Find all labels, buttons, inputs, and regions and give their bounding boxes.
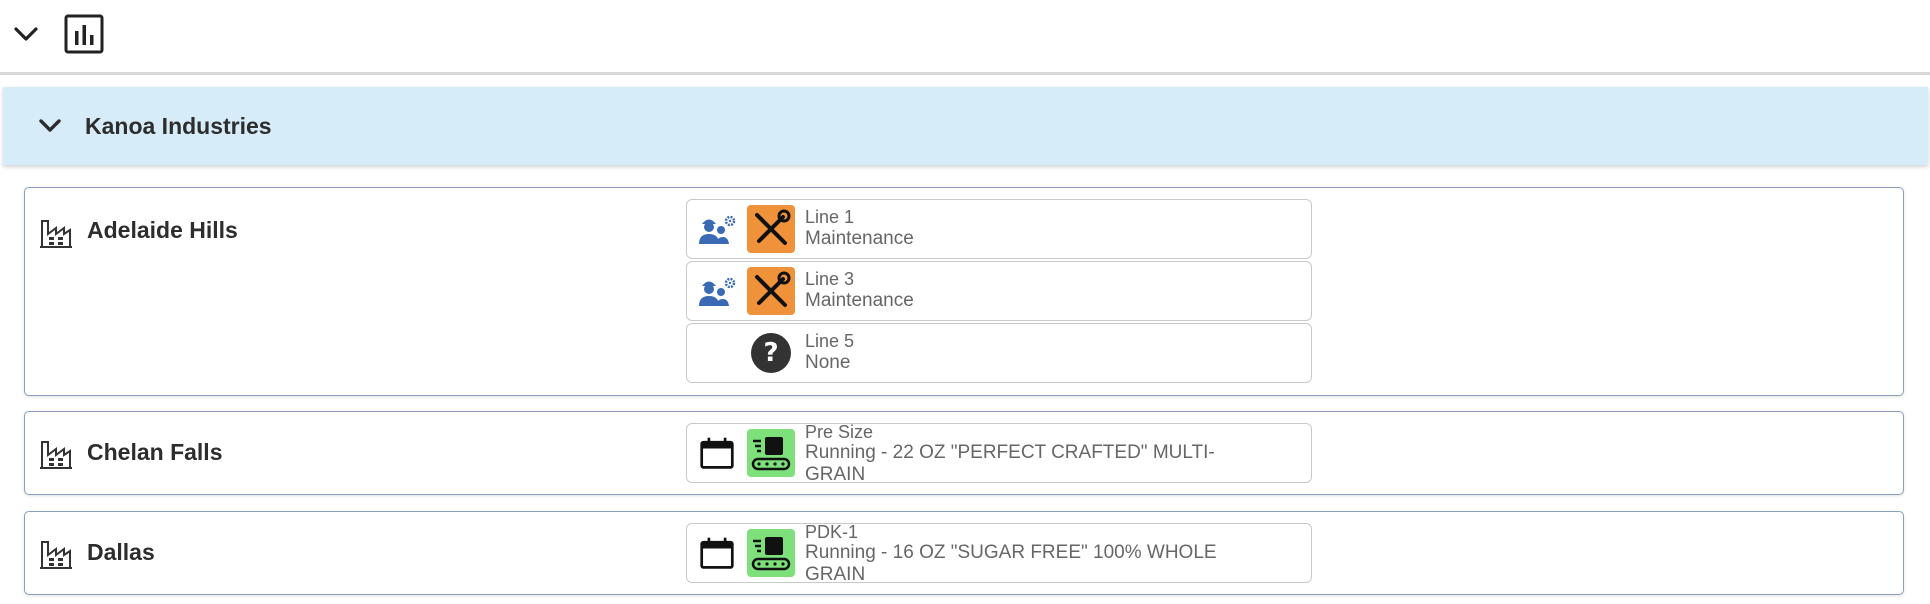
chevron-down-icon[interactable] (33, 109, 67, 143)
line-name: Line 3 (805, 269, 855, 289)
svg-text:?: ? (763, 338, 778, 368)
chevron-down-icon[interactable] (10, 18, 42, 50)
maintenance-tools-icon (747, 205, 795, 253)
line-card-line-3[interactable]: Line 3 Maintenance (686, 261, 1312, 321)
maintenance-tools-icon (747, 267, 795, 315)
line-card-pre-size[interactable]: Pre Size Running - 22 OZ "PERFECT CRAFTE… (686, 422, 1312, 485)
line-status: Maintenance (805, 290, 914, 311)
line-status: Running - 16 OZ "SUGAR FREE" 100% WHOLE … (805, 542, 1217, 585)
factory-icon (40, 220, 72, 248)
site-name: Adelaide Hills (87, 217, 238, 243)
conveyor-running-icon (747, 429, 795, 477)
calendar-icon (700, 537, 734, 569)
factory-icon (40, 441, 72, 469)
question-icon: ? (751, 333, 791, 373)
site-name: Dallas (87, 539, 155, 565)
line-status: Running - 22 OZ "PERFECT CRAFTED" MULTI-… (805, 442, 1215, 485)
line-name: Pre Size (805, 422, 874, 442)
line-card-line-5[interactable]: ? Line 5 None (686, 323, 1312, 383)
bar-chart-icon[interactable] (64, 14, 104, 54)
line-card-line-1[interactable]: Line 1 Maintenance (686, 199, 1312, 259)
site-name: Chelan Falls (87, 439, 223, 465)
line-status: None (805, 352, 851, 373)
factory-icon (40, 541, 72, 569)
conveyor-running-icon (747, 529, 795, 577)
workers-gear-icon (699, 277, 736, 306)
line-status: Maintenance (805, 228, 914, 249)
top-toolbar (0, 0, 1930, 75)
company-name: Kanoa Industries (85, 113, 272, 139)
line-name: Line 5 (805, 331, 855, 351)
company-header[interactable]: Kanoa Industries (3, 87, 1928, 165)
calendar-icon (700, 437, 734, 469)
line-card-pdk-1[interactable]: PDK-1 Running - 16 OZ "SUGAR FREE" 100% … (686, 522, 1312, 585)
line-name: Line 1 (805, 207, 855, 227)
workers-gear-icon (699, 215, 736, 244)
line-name: PDK-1 (805, 522, 859, 542)
